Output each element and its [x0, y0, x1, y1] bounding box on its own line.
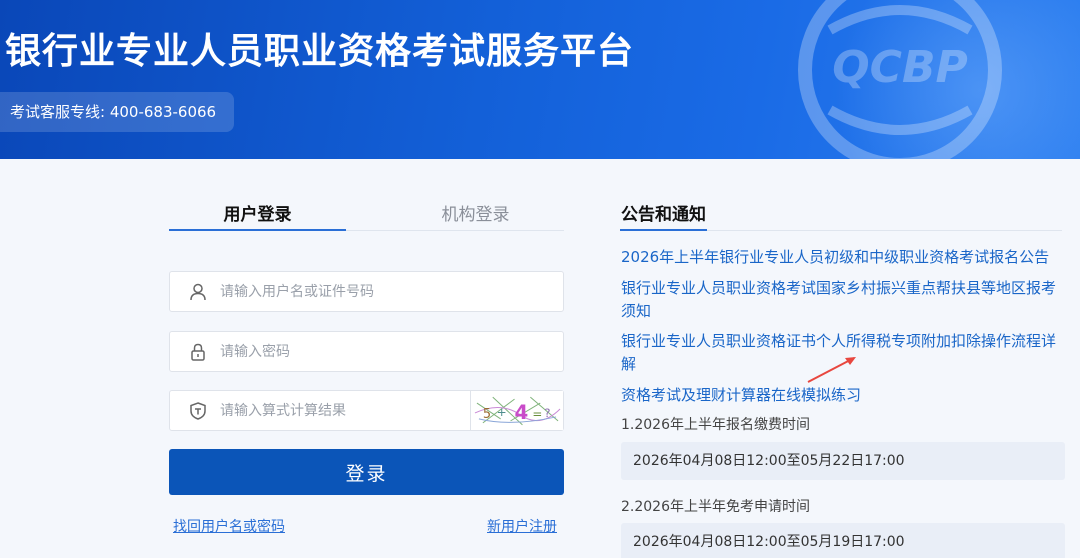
- schedule-value: 2026年04月08日12:00至05月22日17:00: [621, 442, 1065, 480]
- notice-link[interactable]: 银行业专业人员职业资格考试国家乡村振兴重点帮扶县等地区报考须知: [621, 277, 1061, 323]
- svg-text:QCBP: QCBP: [832, 42, 967, 93]
- lock-icon: [191, 343, 205, 361]
- tab-user-login[interactable]: 用户登录: [169, 200, 346, 231]
- svg-text:=: =: [532, 407, 542, 421]
- notice-link[interactable]: 2026年上半年银行业专业人员初级和中级职业资格考试报名公告: [621, 246, 1061, 269]
- username-field[interactable]: [169, 271, 564, 312]
- notices-title: 公告和通知: [620, 200, 707, 231]
- qcbp-logo: QCBP: [798, 0, 1002, 159]
- username-input[interactable]: [220, 272, 550, 311]
- login-button[interactable]: 登录: [169, 449, 564, 495]
- user-icon: [190, 283, 206, 301]
- schedule-label: 2.2026年上半年免考申请时间: [621, 499, 810, 515]
- site-title: 银行业专业人员职业资格考试服务平台: [5, 31, 635, 72]
- captcha-input[interactable]: [220, 391, 460, 430]
- svg-text:4: 4: [515, 401, 529, 424]
- schedule-label: 1.2026年上半年报名缴费时间: [621, 417, 810, 433]
- captcha-image[interactable]: 5 + 4 = ?: [470, 391, 563, 430]
- svg-text:5: 5: [483, 407, 491, 422]
- register-link[interactable]: 新用户注册: [487, 516, 557, 536]
- hotline-badge: 考试客服专线: 400-683-6066: [0, 92, 234, 132]
- tab-org-login[interactable]: 机构登录: [387, 200, 564, 231]
- header-banner: QCBP 银行业专业人员职业资格考试服务平台 考试客服专线: 400-683-6…: [0, 0, 1080, 159]
- notices-header: 公告和通知: [620, 200, 1062, 231]
- schedule-value: 2026年04月08日12:00至05月19日17:00: [621, 523, 1065, 558]
- shield-icon: [190, 402, 206, 420]
- svg-text:+: +: [497, 405, 507, 419]
- password-field[interactable]: [169, 331, 564, 372]
- login-tabs: 用户登录 机构登录: [169, 200, 564, 231]
- svg-text:?: ?: [544, 406, 550, 420]
- annotation-arrow: [807, 357, 856, 383]
- captcha-field[interactable]: 5 + 4 = ?: [169, 390, 564, 431]
- forgot-credentials-link[interactable]: 找回用户名或密码: [173, 516, 285, 536]
- password-input[interactable]: [220, 332, 550, 371]
